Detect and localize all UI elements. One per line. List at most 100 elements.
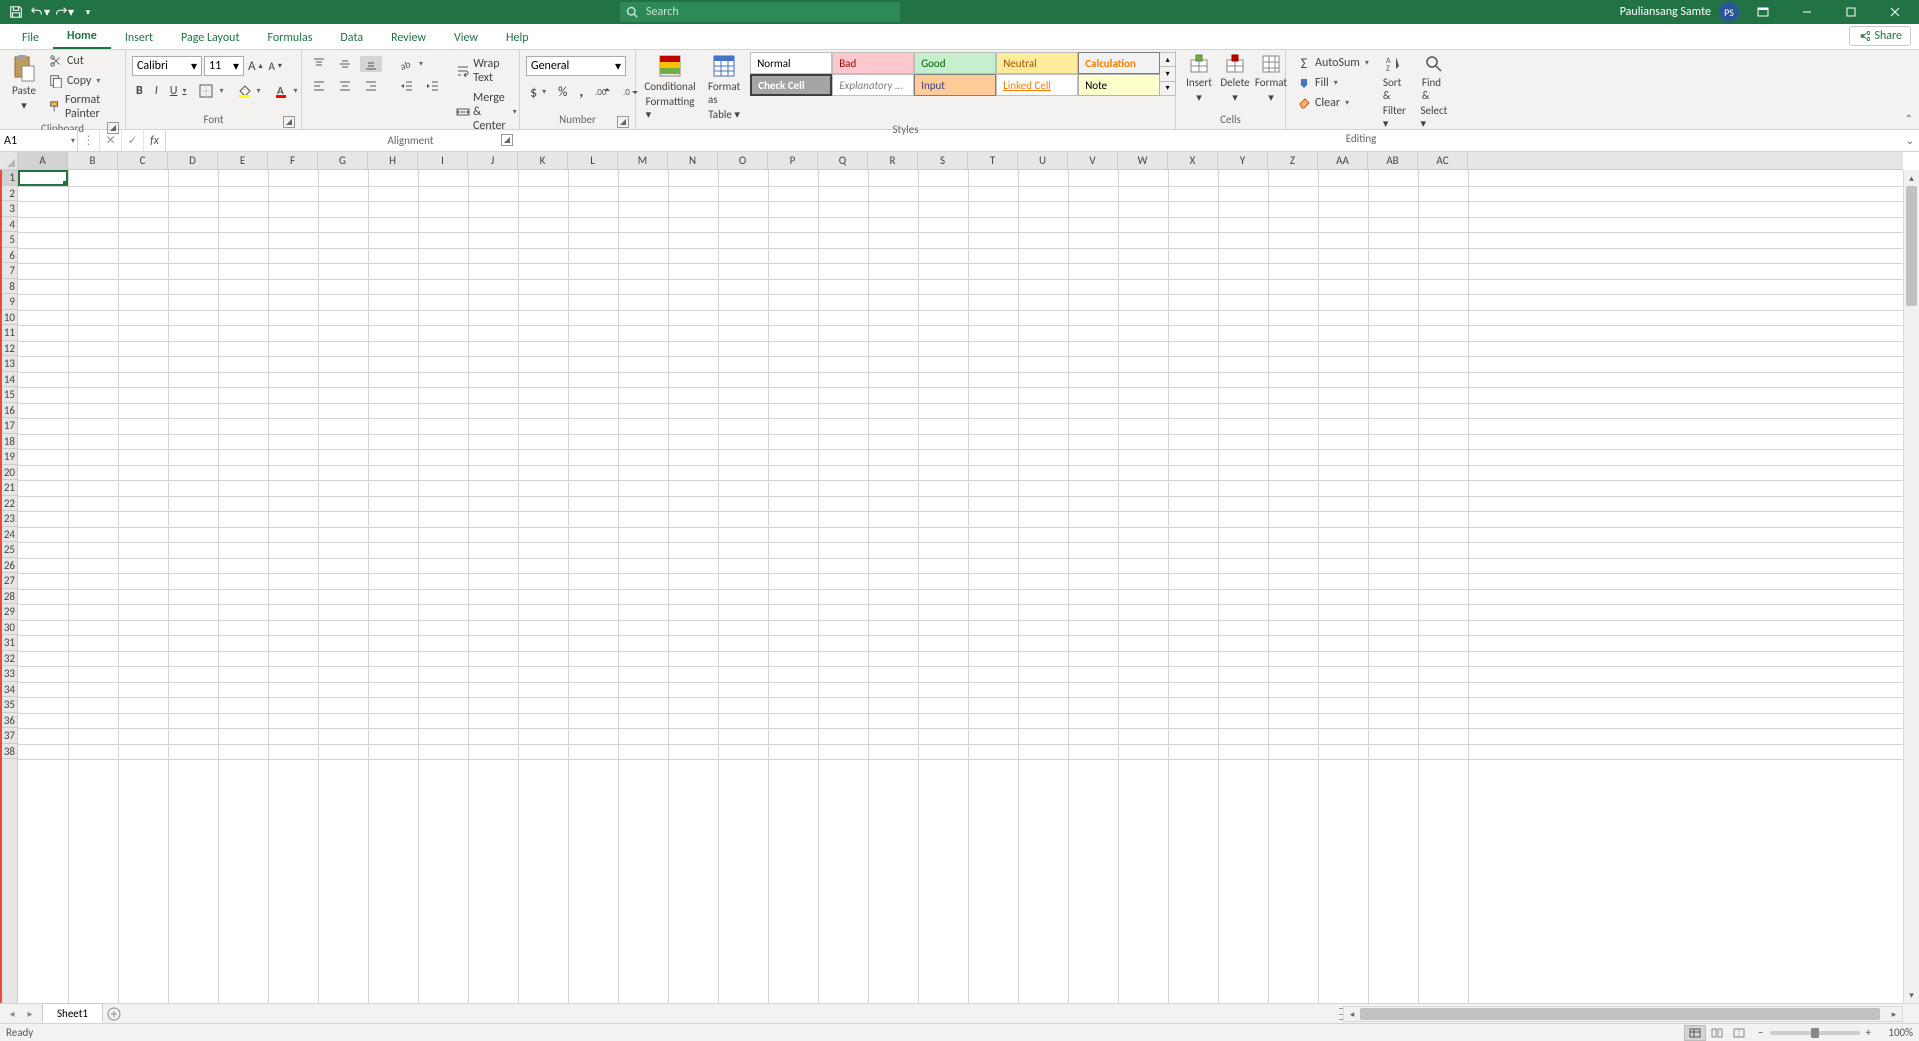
row-header-2[interactable]: 2 xyxy=(2,186,17,202)
row-header-23[interactable]: 23 xyxy=(2,511,17,527)
style-note[interactable]: Note xyxy=(1078,74,1160,96)
merge-center-button[interactable]: Merge & Center ▾ xyxy=(452,90,521,134)
column-header-W[interactable]: W xyxy=(1118,152,1168,169)
row-header-15[interactable]: 15 xyxy=(2,387,17,403)
styles-more-button[interactable]: ▾ xyxy=(1160,82,1175,95)
row-header-13[interactable]: 13 xyxy=(2,356,17,372)
column-header-D[interactable]: D xyxy=(168,152,218,169)
row-header-29[interactable]: 29 xyxy=(2,604,17,620)
style-normal[interactable]: Normal xyxy=(750,52,832,74)
tab-home[interactable]: Home xyxy=(53,25,111,49)
borders-button[interactable]: ▾ xyxy=(194,82,227,100)
align-right-button[interactable] xyxy=(360,78,382,94)
row-header-8[interactable]: 8 xyxy=(2,279,17,295)
page-break-view-button[interactable] xyxy=(1728,1025,1750,1041)
find-select-button[interactable]: Find & Select ▾ xyxy=(1416,52,1452,132)
font-color-button[interactable]: A▾ xyxy=(269,82,302,100)
fill-color-button[interactable]: ▾ xyxy=(232,82,265,100)
format-cells-button[interactable]: Format▾ xyxy=(1254,52,1288,106)
zoom-slider[interactable] xyxy=(1770,1031,1860,1035)
column-header-S[interactable]: S xyxy=(918,152,968,169)
column-header-B[interactable]: B xyxy=(68,152,118,169)
align-center-button[interactable] xyxy=(334,78,356,94)
column-header-T[interactable]: T xyxy=(968,152,1018,169)
row-header-6[interactable]: 6 xyxy=(2,248,17,264)
column-header-X[interactable]: X xyxy=(1168,152,1218,169)
row-header-38[interactable]: 38 xyxy=(2,744,17,760)
expand-formula-bar-button[interactable]: ⌄ xyxy=(1901,130,1919,151)
underline-button[interactable]: U▾ xyxy=(166,83,191,99)
tab-scroll-left-button[interactable]: ◂ xyxy=(4,1006,20,1022)
column-header-AA[interactable]: AA xyxy=(1318,152,1368,169)
wrap-text-button[interactable]: Wrap Text xyxy=(452,56,521,86)
sort-filter-button[interactable]: AZ Sort & Filter ▾ xyxy=(1377,52,1412,132)
row-header-14[interactable]: 14 xyxy=(2,372,17,388)
tab-scroll-right-button[interactable]: ▸ xyxy=(22,1006,38,1022)
tab-insert[interactable]: Insert xyxy=(111,27,167,49)
column-header-Y[interactable]: Y xyxy=(1218,152,1268,169)
row-header-28[interactable]: 28 xyxy=(2,589,17,605)
style-explanatory[interactable]: Explanatory ... xyxy=(832,74,914,96)
format-as-table-button[interactable]: Format as Table ▾ xyxy=(702,52,746,123)
row-header-20[interactable]: 20 xyxy=(2,465,17,481)
column-header-P[interactable]: P xyxy=(768,152,818,169)
vertical-scrollbar[interactable]: ▴ ▾ xyxy=(1903,170,1919,1003)
tab-formulas[interactable]: Formulas xyxy=(253,27,326,49)
row-header-21[interactable]: 21 xyxy=(2,480,17,496)
insert-function-button[interactable]: fx xyxy=(144,130,166,151)
style-neutral[interactable]: Neutral xyxy=(996,52,1078,74)
scroll-right-button[interactable]: ▸ xyxy=(1886,1009,1902,1020)
user-avatar[interactable]: PS xyxy=(1719,2,1739,22)
column-header-J[interactable]: J xyxy=(468,152,518,169)
insert-cells-button[interactable]: Insert▾ xyxy=(1182,52,1216,106)
style-input[interactable]: Input xyxy=(914,74,996,96)
vertical-scroll-thumb[interactable] xyxy=(1906,186,1917,306)
collapse-ribbon-button[interactable]: ⌃ xyxy=(1905,112,1913,125)
delete-cells-button[interactable]: Delete▾ xyxy=(1218,52,1252,106)
comma-format-button[interactable]: , xyxy=(575,82,587,102)
maximize-button[interactable] xyxy=(1831,0,1871,24)
cells-area[interactable] xyxy=(18,170,1903,1003)
orientation-button[interactable]: ab▾ xyxy=(396,56,427,72)
decrease-indent-button[interactable] xyxy=(396,78,418,94)
column-header-H[interactable]: H xyxy=(368,152,418,169)
tab-page-layout[interactable]: Page Layout xyxy=(167,27,253,49)
align-top-button[interactable] xyxy=(308,56,330,72)
horizontal-scroll-thumb[interactable] xyxy=(1360,1008,1880,1020)
tab-data[interactable]: Data xyxy=(326,27,377,49)
column-header-K[interactable]: K xyxy=(518,152,568,169)
close-button[interactable] xyxy=(1875,0,1915,24)
user-name[interactable]: Pauliansang Samte xyxy=(1620,5,1711,19)
new-sheet-button[interactable] xyxy=(103,1004,125,1024)
increase-indent-button[interactable] xyxy=(422,78,444,94)
column-header-L[interactable]: L xyxy=(568,152,618,169)
style-linked-cell[interactable]: Linked Cell xyxy=(996,74,1078,96)
column-header-C[interactable]: C xyxy=(118,152,168,169)
fill-button[interactable]: Fill▾ xyxy=(1292,74,1373,92)
percent-format-button[interactable]: % xyxy=(554,84,571,101)
increase-decimal-button[interactable]: .00 xyxy=(591,85,615,99)
number-dialog-launcher[interactable]: ◢ xyxy=(617,116,629,128)
row-header-37[interactable]: 37 xyxy=(2,728,17,744)
row-header-10[interactable]: 10 xyxy=(2,310,17,326)
row-header-19[interactable]: 19 xyxy=(2,449,17,465)
row-header-33[interactable]: 33 xyxy=(2,666,17,682)
column-header-AC[interactable]: AC xyxy=(1418,152,1468,169)
autosum-button[interactable]: Σ AutoSum▾ xyxy=(1292,54,1373,72)
undo-button[interactable]: ▾ xyxy=(30,2,50,22)
search-box[interactable]: Search xyxy=(620,2,900,22)
cut-button[interactable]: Cut xyxy=(44,52,119,70)
name-box[interactable]: A1▾ xyxy=(0,130,78,151)
tab-help[interactable]: Help xyxy=(492,27,543,49)
column-header-G[interactable]: G xyxy=(318,152,368,169)
column-header-Q[interactable]: Q xyxy=(818,152,868,169)
align-bottom-button[interactable] xyxy=(360,56,382,72)
italic-button[interactable]: I xyxy=(151,83,162,99)
conditional-formatting-button[interactable]: Conditional Formatting ▾ xyxy=(642,52,698,123)
row-header-1[interactable]: 1 xyxy=(2,170,17,186)
row-header-22[interactable]: 22 xyxy=(2,496,17,512)
row-header-30[interactable]: 30 xyxy=(2,620,17,636)
styles-scroll-down[interactable]: ▾ xyxy=(1160,67,1175,81)
row-header-31[interactable]: 31 xyxy=(2,635,17,651)
row-header-3[interactable]: 3 xyxy=(2,201,17,217)
